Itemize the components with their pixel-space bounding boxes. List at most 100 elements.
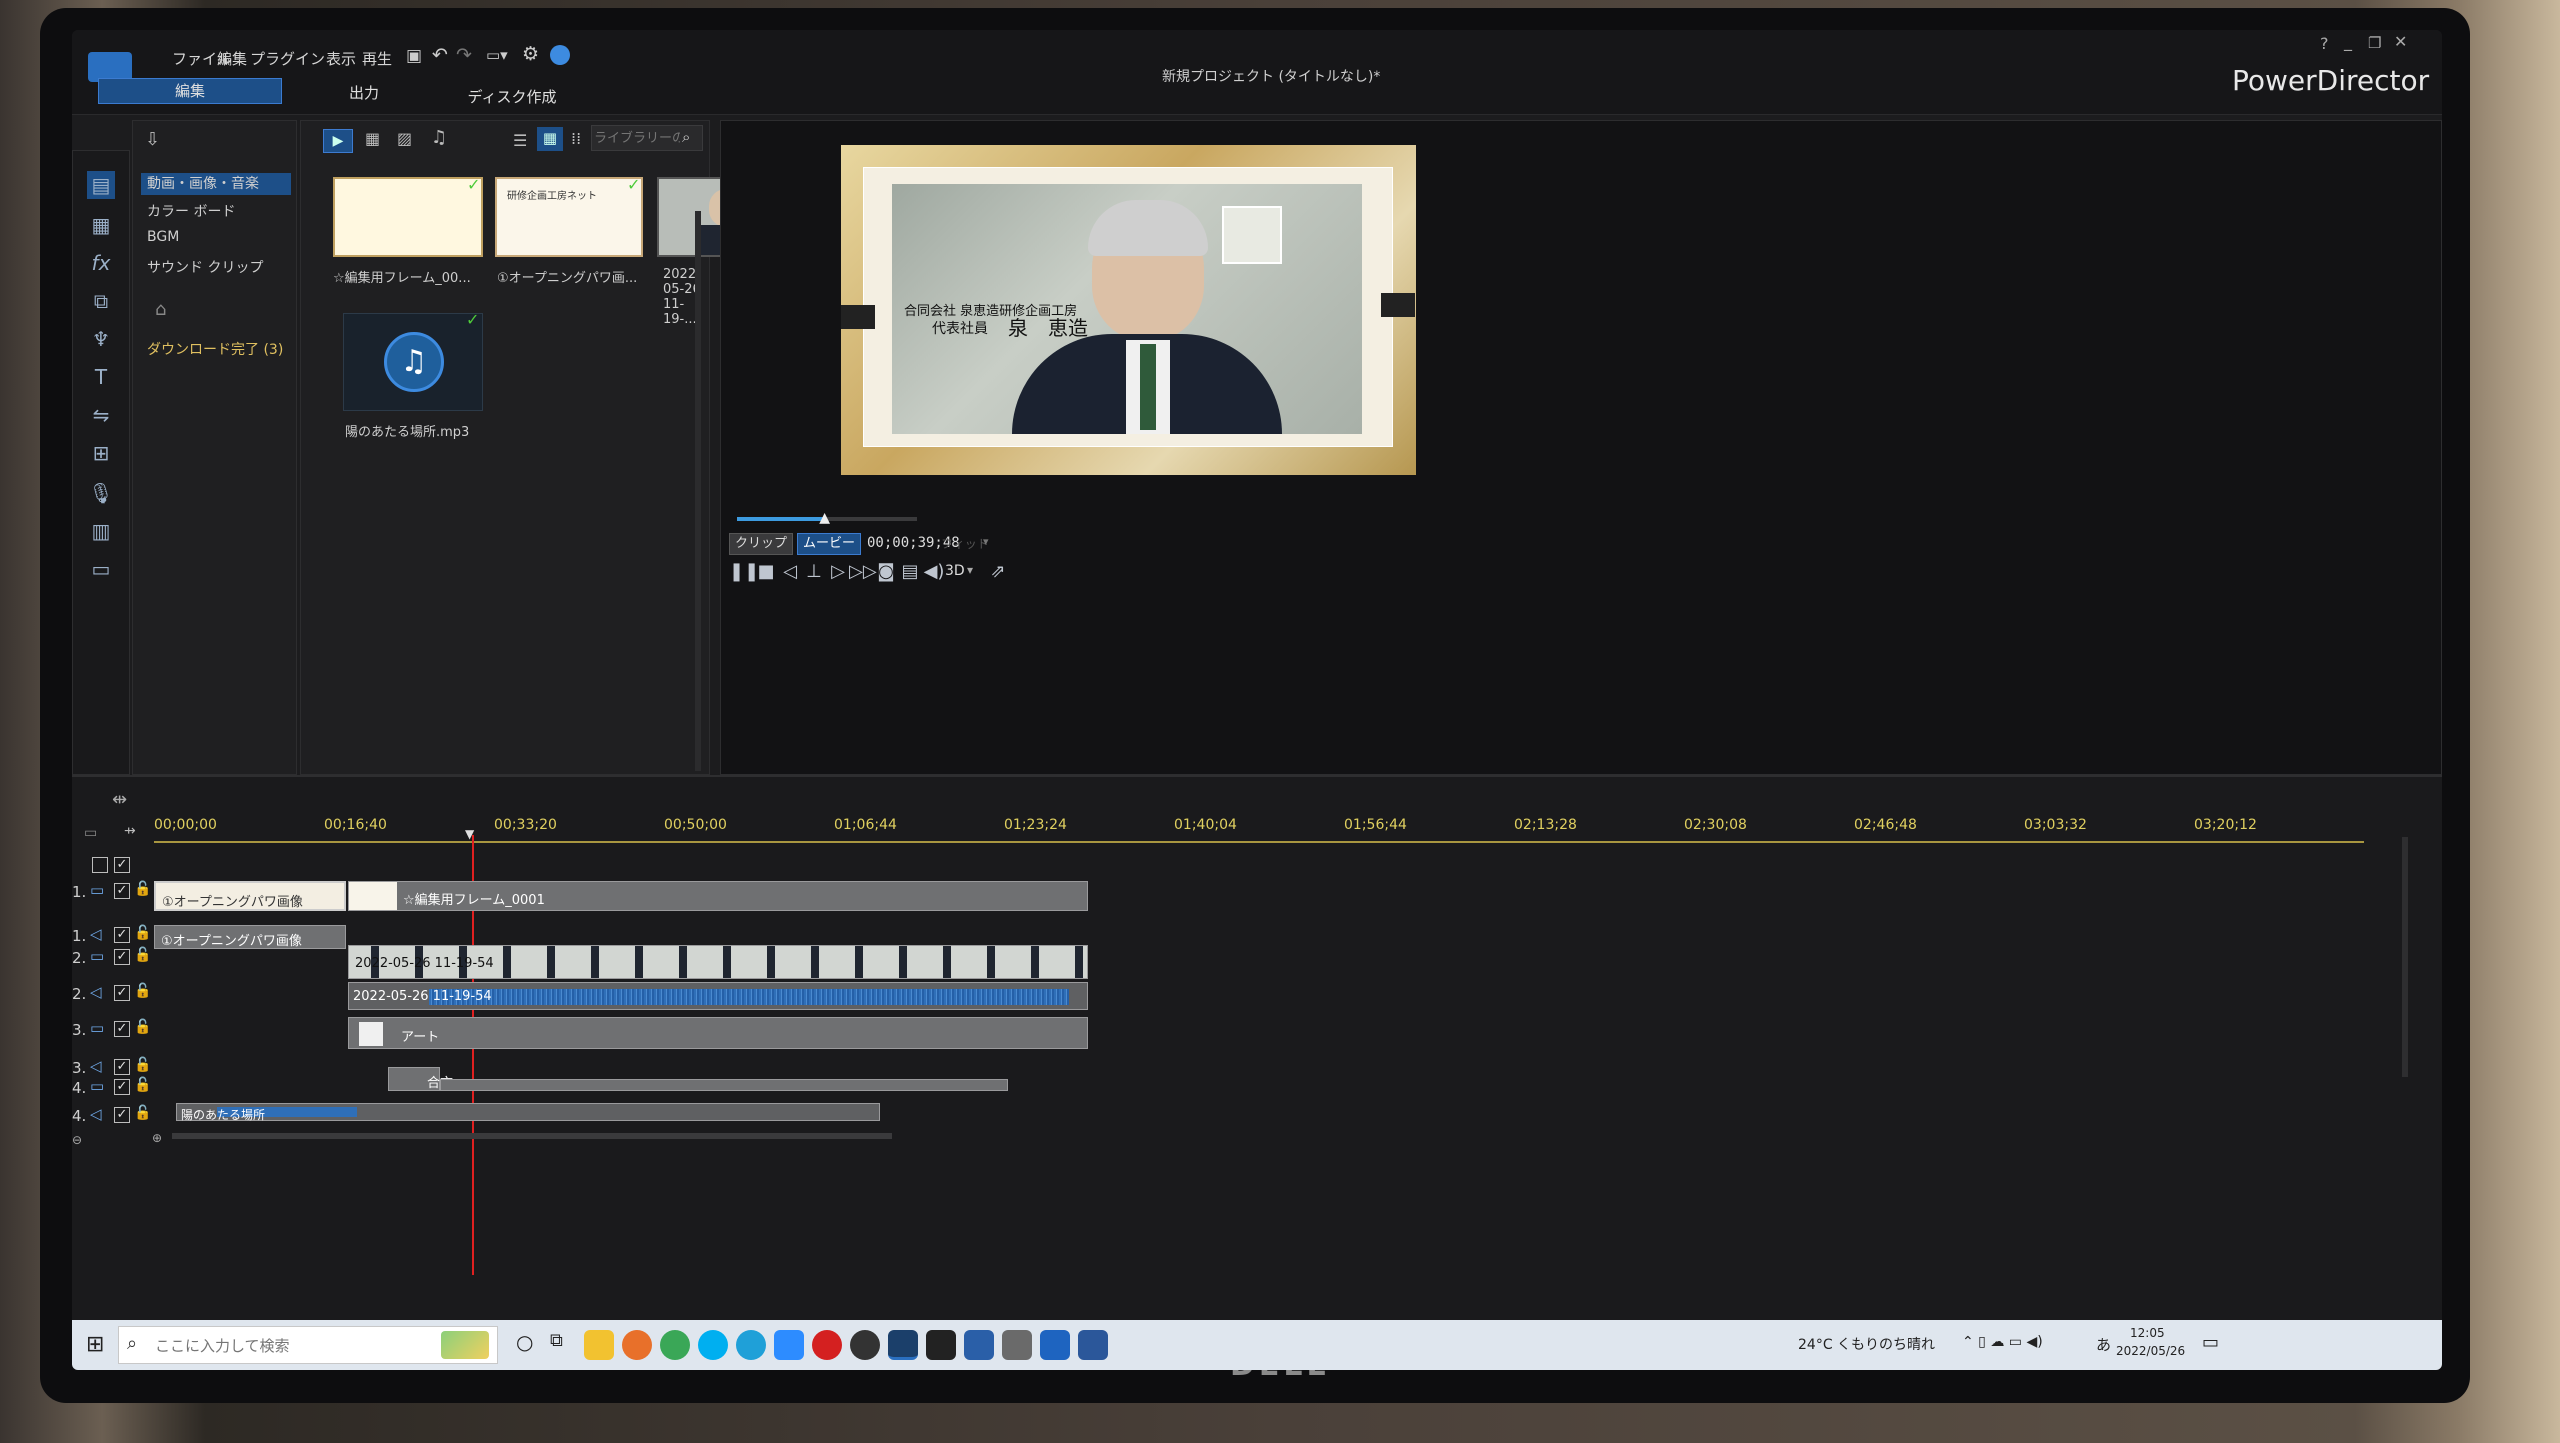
track-manager-icon[interactable]: ▭ bbox=[84, 825, 97, 841]
thumbnail-size-icon[interactable]: ⁞⁞ bbox=[571, 129, 581, 148]
track-enable-checkbox[interactable]: ✓ bbox=[114, 1079, 130, 1095]
all-tracks-enabled-checkbox[interactable]: ✓ bbox=[114, 857, 130, 873]
filter-video-icon[interactable]: ▶ bbox=[323, 129, 353, 153]
taskbar-search[interactable]: ⌕ bbox=[118, 1326, 498, 1364]
audio-mixing-icon[interactable]: ⊞ bbox=[87, 439, 115, 467]
track-enable-checkbox[interactable]: ✓ bbox=[114, 985, 130, 1001]
redo-icon[interactable]: ↷ bbox=[456, 44, 472, 66]
track-enable-checkbox[interactable]: ✓ bbox=[114, 949, 130, 965]
skype-icon[interactable] bbox=[698, 1330, 728, 1360]
menu-view[interactable]: 表示 bbox=[326, 48, 356, 69]
tab-edit[interactable]: 編集 bbox=[98, 78, 282, 104]
chrome-icon[interactable] bbox=[660, 1330, 690, 1360]
subtitle-room-icon[interactable]: ▭ bbox=[87, 555, 115, 583]
powerdirector-taskbar-icon[interactable] bbox=[888, 1330, 918, 1360]
system-tray-icons[interactable]: ⌃ ▯ ☁ ▭ ◀) bbox=[1962, 1334, 2043, 1350]
media-thumb-music[interactable]: ♫ ✓ bbox=[343, 310, 483, 411]
ime-indicator[interactable]: あ bbox=[2096, 1334, 2111, 1355]
category-sound-clip[interactable]: サウンド クリップ bbox=[147, 257, 263, 277]
record-icon[interactable] bbox=[812, 1330, 842, 1360]
lock-icon[interactable]: 🔓 bbox=[134, 1019, 151, 1035]
close-button[interactable]: ✕ bbox=[2394, 32, 2407, 51]
search-icon[interactable]: ⌕ bbox=[682, 128, 690, 146]
menu-play[interactable]: 再生 bbox=[362, 48, 392, 69]
preview-video[interactable]: 合同会社 泉恵造研修企画工房 代表社員 泉 恵造 bbox=[841, 145, 1416, 475]
notification-icon[interactable] bbox=[550, 45, 570, 65]
clip-video3-art[interactable]: アート bbox=[348, 1017, 1088, 1049]
timeline-horizontal-scrollbar[interactable] bbox=[172, 1133, 892, 1139]
track-enable-checkbox[interactable]: ✓ bbox=[114, 1059, 130, 1075]
tab-output[interactable]: 出力 bbox=[334, 82, 394, 103]
filter-clip-icon[interactable]: ▦ bbox=[365, 129, 380, 148]
taskbar-search-input[interactable] bbox=[155, 1335, 435, 1357]
lock-icon[interactable]: 🔓 bbox=[134, 1105, 151, 1121]
help-button[interactable]: ? bbox=[2320, 34, 2329, 53]
pip-room-icon[interactable]: ⧉ bbox=[87, 287, 115, 315]
lock-icon[interactable]: 🔓 bbox=[134, 881, 151, 897]
pause-icon[interactable]: ❚❚ bbox=[729, 561, 759, 582]
list-view-icon[interactable]: ☰ bbox=[513, 131, 527, 150]
undo-icon[interactable]: ↶ bbox=[432, 44, 448, 66]
zoom-icon[interactable] bbox=[774, 1330, 804, 1360]
category-video-image-music[interactable]: 動画・画像・音楽 bbox=[141, 173, 291, 195]
volume-icon[interactable]: ◀) bbox=[921, 561, 947, 582]
subtitle-icon[interactable]: ▤ bbox=[897, 561, 923, 582]
save-icon[interactable]: ▣ bbox=[406, 46, 422, 66]
undock-icon[interactable]: ⇗ bbox=[985, 561, 1011, 582]
previous-frame-icon[interactable]: ◁ bbox=[777, 561, 803, 582]
clip-video4-bar[interactable] bbox=[440, 1079, 1008, 1091]
aspect-ratio-icon[interactable]: ▭▾ bbox=[486, 46, 508, 64]
time-ruler[interactable]: 00;00;00 00;16;40 00;33;20 00;50;00 01;06;44… bbox=[154, 813, 2364, 843]
playhead-handle[interactable]: ▼ bbox=[465, 827, 474, 841]
file-explorer-icon[interactable] bbox=[584, 1330, 614, 1360]
all-tracks-visible-box[interactable] bbox=[92, 857, 108, 873]
clock-time[interactable]: 12:05 bbox=[2130, 1326, 2165, 1340]
media-room-icon[interactable]: ▤ bbox=[87, 171, 115, 199]
firefox-icon[interactable] bbox=[622, 1330, 652, 1360]
lock-icon[interactable]: 🔓 bbox=[134, 1057, 151, 1073]
track-enable-checkbox[interactable]: ✓ bbox=[114, 1107, 130, 1123]
camera-icon[interactable] bbox=[1002, 1330, 1032, 1360]
clip-video4-title[interactable]: 合言 bbox=[388, 1067, 453, 1091]
clip-video1-frame[interactable]: ☆編集用フレーム_0001 bbox=[348, 881, 1088, 911]
media-thumb-opening[interactable]: 研修企画工房ネット ✓ bbox=[495, 175, 643, 257]
lock-icon[interactable]: 🔓 bbox=[134, 925, 151, 941]
windows-start-icon[interactable]: ⊞ bbox=[86, 1332, 104, 1357]
obs-icon[interactable] bbox=[850, 1330, 880, 1360]
timeline-vertical-scrollbar[interactable] bbox=[2402, 837, 2408, 1077]
gear-icon[interactable]: ⚙ bbox=[522, 43, 539, 65]
task-view-icon[interactable]: ⧉ bbox=[550, 1330, 563, 1351]
category-bgm[interactable]: BGM bbox=[147, 229, 179, 245]
clip-audio4-bgm[interactable]: 陽のあたる場所 bbox=[176, 1103, 880, 1122]
grid-view-icon[interactable]: ▦ bbox=[537, 127, 563, 151]
edge-icon[interactable] bbox=[736, 1330, 766, 1360]
zoom-fit-select[interactable]: フィット bbox=[941, 535, 989, 552]
outlook-icon[interactable] bbox=[1040, 1330, 1070, 1360]
threed-toggle[interactable]: 3D bbox=[945, 563, 965, 579]
app-icon[interactable] bbox=[926, 1330, 956, 1360]
transition-room-icon[interactable]: ⇋ bbox=[87, 401, 115, 429]
particle-room-icon[interactable]: ♆ bbox=[87, 325, 115, 353]
chevron-down-icon[interactable]: ▾ bbox=[967, 563, 973, 577]
menu-edit[interactable]: 編集 bbox=[217, 48, 247, 69]
minimize-button[interactable]: _ bbox=[2344, 32, 2352, 51]
lock-icon[interactable]: 🔓 bbox=[134, 1077, 151, 1093]
photos-icon[interactable] bbox=[964, 1330, 994, 1360]
word-icon[interactable] bbox=[1078, 1330, 1108, 1360]
zoom-in-icon[interactable]: ⊕ bbox=[152, 1131, 162, 1145]
next-frame-icon[interactable]: ▷ bbox=[825, 561, 851, 582]
template-room-icon[interactable]: ▦ bbox=[87, 211, 115, 239]
tab-disc[interactable]: ディスク作成 bbox=[452, 86, 572, 107]
split-icon[interactable]: ⊥ bbox=[801, 561, 827, 582]
clip-audio1-opening[interactable]: ①オープニングパワ画像 bbox=[154, 925, 346, 949]
clip-video2-recording[interactable]: 2022-05-26 11-19-54 bbox=[348, 945, 1088, 979]
restore-button[interactable]: ❐ bbox=[2368, 34, 2381, 52]
add-tag-icon[interactable]: ⌂ bbox=[155, 299, 166, 320]
library-scrollbar[interactable] bbox=[695, 211, 701, 771]
zoom-out-icon[interactable]: ⊖ bbox=[72, 1133, 82, 1147]
clip-audio2-recording[interactable]: 2022-05-26 11-19-54 bbox=[348, 982, 1088, 1010]
fx-room-icon[interactable]: fx bbox=[87, 249, 115, 277]
media-thumb-frame[interactable]: ✓ bbox=[333, 175, 483, 257]
downloads-complete[interactable]: ダウンロード完了 (3) bbox=[147, 339, 283, 359]
track-enable-checkbox[interactable]: ✓ bbox=[114, 927, 130, 943]
